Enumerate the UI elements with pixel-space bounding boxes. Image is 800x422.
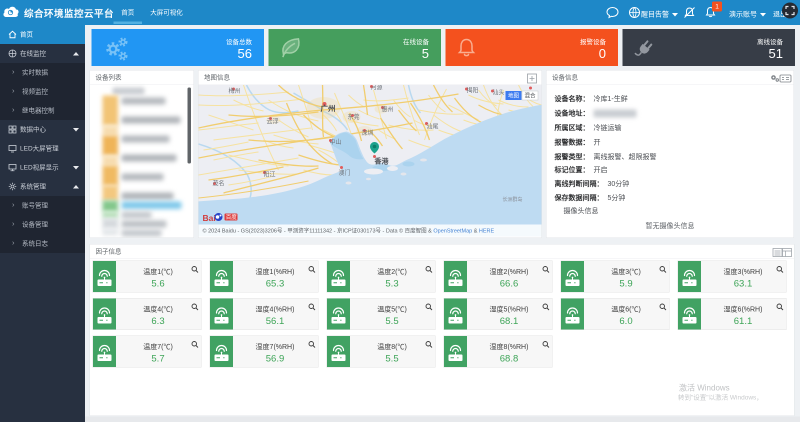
svg-text:汕尾: 汕尾: [427, 123, 439, 131]
svg-text:汕头: 汕头: [493, 89, 505, 97]
svg-text:© 2024 Baidu - GS(2023)3206号 -: © 2024 Baidu - GS(2023)3206号 - 甲测资字11111…: [203, 227, 495, 235]
svg-text:河源: 河源: [371, 85, 383, 92]
svg-text:东莞: 东莞: [348, 113, 360, 121]
svg-text:中山: 中山: [330, 138, 342, 146]
svg-text:澳门: 澳门: [339, 169, 351, 177]
svg-text:阳江: 阳江: [264, 171, 276, 179]
svg-text:长洲群岛: 长洲群岛: [503, 196, 523, 203]
svg-text:茂名: 茂名: [213, 180, 225, 188]
svg-text:Bai: Bai: [203, 213, 216, 223]
svg-text:深圳: 深圳: [362, 129, 374, 137]
svg-text:梅州: 梅州: [229, 87, 241, 95]
svg-text:广州: 广州: [321, 103, 336, 113]
svg-text:惠州: 惠州: [382, 106, 394, 114]
svg-text:云浮: 云浮: [267, 118, 279, 126]
svg-text:香港: 香港: [374, 157, 390, 166]
svg-text:揭阳: 揭阳: [467, 87, 479, 95]
